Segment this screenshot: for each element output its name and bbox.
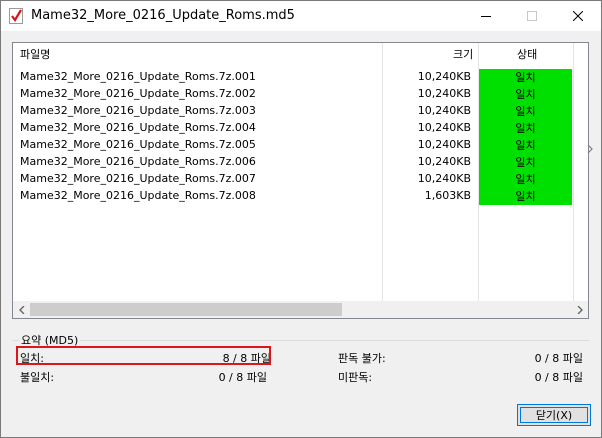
unread-label: 미판독:	[338, 371, 373, 384]
table-row[interactable]: Mame32_More_0216_Update_Roms.7z.002 10,2…	[13, 86, 573, 103]
unread-value: 0 / 8 파일	[534, 371, 583, 384]
chevron-right-icon	[577, 305, 583, 314]
status-badge: 일치	[479, 188, 572, 205]
list-header: 파일명 크기 상태	[13, 43, 588, 67]
file-size: 10,240KB	[417, 155, 471, 168]
file-size: 10,240KB	[417, 138, 471, 151]
scroll-thumb[interactable]	[30, 303, 342, 316]
table-row[interactable]: Mame32_More_0216_Update_Roms.7z.003 10,2…	[13, 103, 573, 120]
minimize-button[interactable]	[463, 1, 509, 31]
status-badge: 일치	[479, 171, 572, 188]
table-row[interactable]: Mame32_More_0216_Update_Roms.7z.007 10,2…	[13, 171, 573, 188]
file-size: 10,240KB	[417, 104, 471, 117]
status-badge: 일치	[479, 69, 572, 86]
scroll-left-button[interactable]	[13, 301, 30, 318]
window-title: Mame32_More_0216_Update_Roms.md5	[31, 8, 295, 23]
column-separator	[573, 43, 574, 301]
mismatch-value: 0 / 8 파일	[218, 371, 267, 384]
main-window: Mame32_More_0216_Update_Roms.md5 파일명 크기 …	[0, 0, 602, 438]
column-header-size[interactable]: 크기	[453, 43, 473, 67]
maximize-icon	[527, 11, 537, 21]
chevron-left-icon	[18, 305, 24, 314]
highlight-box	[16, 346, 271, 365]
file-list[interactable]: 파일명 크기 상태 Mame32_More_0216_Update_Roms.7…	[12, 42, 589, 319]
file-size: 10,240KB	[417, 172, 471, 185]
file-name: Mame32_More_0216_Update_Roms.7z.008	[20, 189, 256, 202]
file-name: Mame32_More_0216_Update_Roms.7z.004	[20, 121, 256, 134]
file-size: 10,240KB	[417, 121, 471, 134]
column-header-status[interactable]: 상태	[517, 43, 537, 67]
status-badge: 일치	[479, 120, 572, 137]
title-bar[interactable]: Mame32_More_0216_Update_Roms.md5	[1, 1, 601, 31]
column-header-name[interactable]: 파일명	[20, 43, 50, 67]
file-name: Mame32_More_0216_Update_Roms.7z.003	[20, 104, 256, 117]
checksum-file-icon	[9, 8, 23, 24]
file-name: Mame32_More_0216_Update_Roms.7z.006	[20, 155, 256, 168]
file-size: 10,240KB	[417, 87, 471, 100]
unknown-label: 판독 불가:	[338, 352, 386, 365]
status-badge: 일치	[479, 103, 572, 120]
overflow-arrow-icon	[587, 145, 593, 153]
file-name: Mame32_More_0216_Update_Roms.7z.005	[20, 138, 256, 151]
table-row[interactable]: Mame32_More_0216_Update_Roms.7z.004 10,2…	[13, 120, 573, 137]
status-badge: 일치	[479, 154, 572, 171]
mismatch-label: 불일치:	[20, 371, 55, 384]
file-name: Mame32_More_0216_Update_Roms.7z.007	[20, 172, 256, 185]
horizontal-scrollbar[interactable]	[13, 301, 588, 318]
close-button[interactable]: 닫기(X)	[517, 404, 591, 426]
table-row[interactable]: Mame32_More_0216_Update_Roms.7z.001 10,2…	[13, 69, 573, 86]
file-name: Mame32_More_0216_Update_Roms.7z.002	[20, 87, 256, 100]
close-window-button[interactable]	[555, 1, 601, 31]
status-badge: 일치	[479, 137, 572, 154]
table-row[interactable]: Mame32_More_0216_Update_Roms.7z.006 10,2…	[13, 154, 573, 171]
minimize-icon	[481, 16, 491, 17]
table-row[interactable]: Mame32_More_0216_Update_Roms.7z.005 10,2…	[13, 137, 573, 154]
close-button-focus: 닫기(X)	[520, 407, 588, 423]
table-row[interactable]: Mame32_More_0216_Update_Roms.7z.008 1,60…	[13, 188, 573, 205]
scroll-right-button[interactable]	[571, 301, 588, 318]
file-size: 1,603KB	[424, 189, 471, 202]
file-name: Mame32_More_0216_Update_Roms.7z.001	[20, 70, 256, 83]
file-size: 10,240KB	[417, 70, 471, 83]
maximize-button	[509, 1, 555, 31]
unknown-value: 0 / 8 파일	[534, 352, 583, 365]
close-icon	[573, 11, 583, 21]
close-button-label: 닫기(X)	[535, 409, 573, 422]
status-badge: 일치	[479, 86, 572, 103]
